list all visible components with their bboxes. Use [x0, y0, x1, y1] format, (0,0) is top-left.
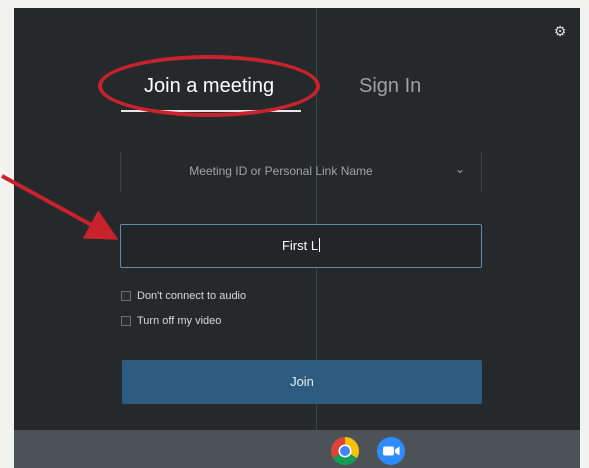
tab-sign-in[interactable]: Sign In: [359, 72, 421, 100]
chevron-down-icon[interactable]: ⌄: [455, 162, 465, 176]
option-video-off[interactable]: Turn off my video: [121, 313, 221, 329]
zoom-icon[interactable]: [376, 436, 406, 466]
meeting-id-placeholder: Meeting ID or Personal Link Name: [189, 164, 373, 178]
no-audio-label: Don't connect to audio: [137, 290, 247, 302]
no-audio-checkbox[interactable]: [121, 291, 131, 301]
video-off-label: Turn off my video: [137, 315, 222, 327]
annotation-arrow: [1, 174, 119, 240]
gear-icon[interactable]: ⚙: [551, 22, 569, 40]
meeting-id-select[interactable]: Meeting ID or Personal Link Name ⌄: [120, 152, 482, 192]
name-input-value: First L: [281, 238, 319, 253]
name-input[interactable]: First L: [120, 224, 482, 268]
join-button[interactable]: Join: [122, 360, 482, 404]
text-caret: [319, 238, 321, 252]
chrome-icon[interactable]: [330, 436, 360, 466]
option-no-audio[interactable]: Don't connect to audio: [121, 288, 246, 304]
taskbar: [14, 430, 580, 468]
annotation-circle: [98, 55, 320, 117]
video-off-checkbox[interactable]: [121, 316, 131, 326]
